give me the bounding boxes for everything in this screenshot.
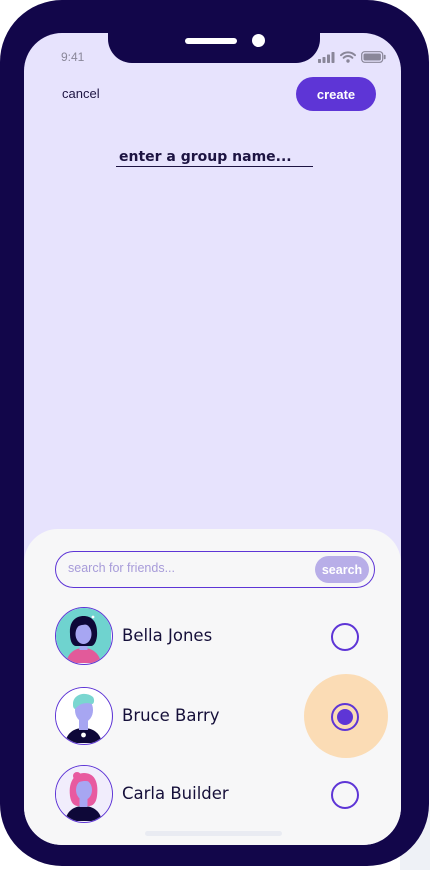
friend-row[interactable]: Bruce Barry <box>55 674 388 758</box>
friends-sheet: search for friends... search Bella Jones… <box>24 529 401 845</box>
avatar-bella <box>55 607 113 665</box>
front-camera <box>252 34 265 47</box>
home-indicator <box>145 831 282 836</box>
battery-icon <box>361 48 386 67</box>
avatar-carla <box>55 765 113 823</box>
search-input[interactable]: search for friends... <box>68 561 175 575</box>
avatar-bruce <box>55 687 113 745</box>
friend-row[interactable]: Bella Jones <box>55 607 375 667</box>
create-button[interactable]: create <box>296 77 376 111</box>
search-bar: search for friends... search <box>55 551 375 588</box>
select-radio[interactable] <box>331 781 359 809</box>
speaker-grille <box>185 38 237 44</box>
friend-name: Carla Builder <box>122 784 229 803</box>
wifi-icon <box>340 48 356 67</box>
search-button[interactable]: search <box>315 556 369 583</box>
select-radio-selected[interactable] <box>331 703 359 731</box>
phone-frame: 9:41 cancel create enter a group name...… <box>0 0 429 866</box>
cancel-button[interactable]: cancel <box>62 86 100 101</box>
phone-screen: 9:41 cancel create enter a group name...… <box>24 33 401 845</box>
select-radio[interactable] <box>331 623 359 651</box>
signal-icon <box>318 48 335 67</box>
friend-name: Bella Jones <box>122 626 213 645</box>
status-icons <box>318 50 386 64</box>
friend-name: Bruce Barry <box>122 706 220 725</box>
status-time: 9:41 <box>61 50 85 64</box>
radio-selected-dot <box>337 709 353 725</box>
friend-row[interactable]: Carla Builder <box>55 765 375 825</box>
phone-notch <box>108 33 320 63</box>
group-name-input[interactable]: enter a group name... <box>116 149 313 167</box>
